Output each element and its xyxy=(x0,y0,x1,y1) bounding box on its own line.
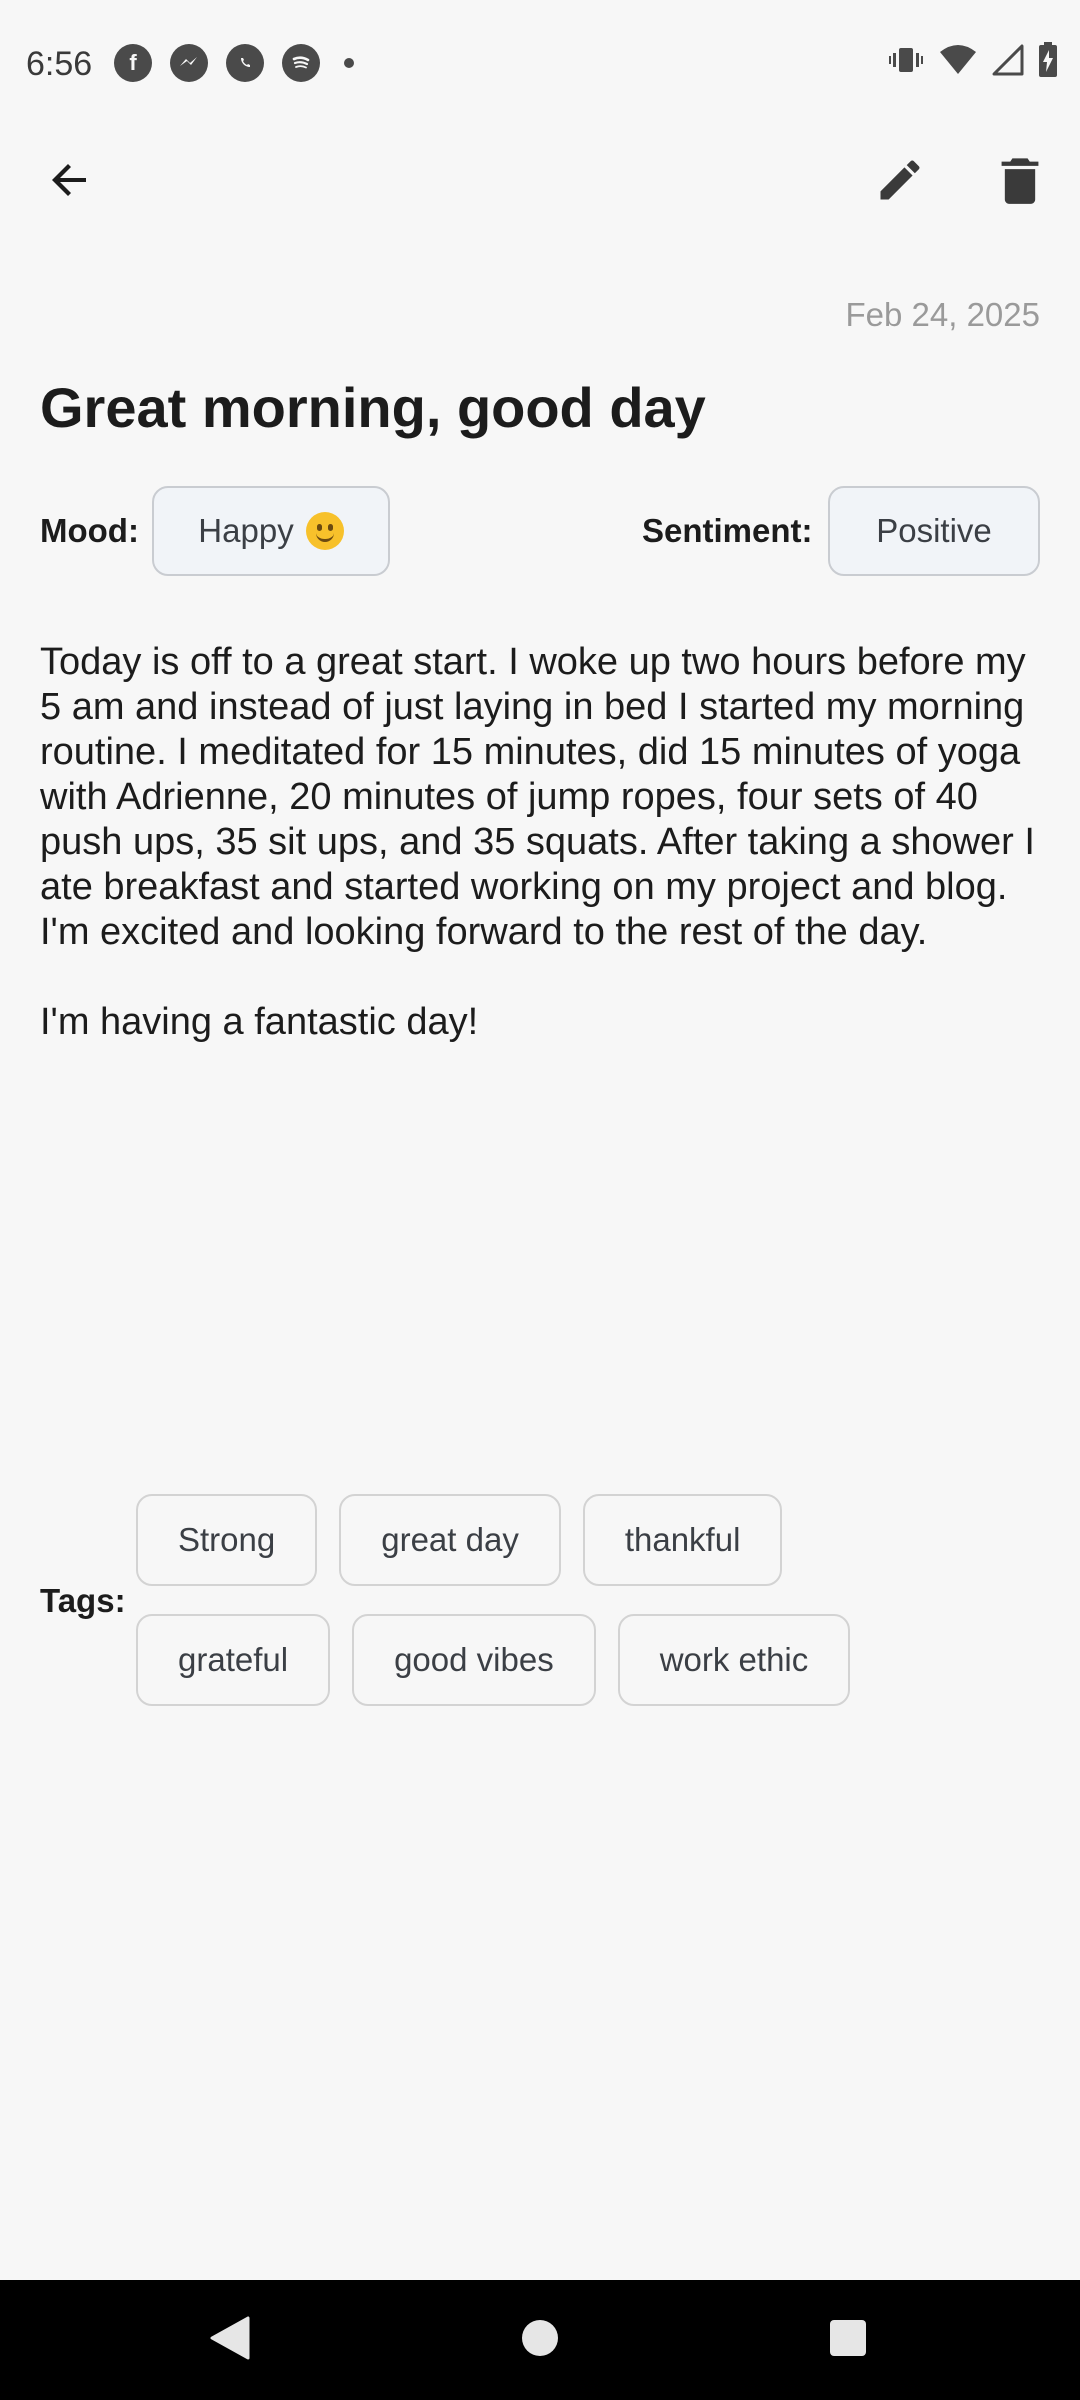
vibrate-icon xyxy=(888,45,924,80)
battery-charging-icon xyxy=(1038,42,1058,83)
pencil-icon xyxy=(874,154,926,211)
nav-back-button[interactable] xyxy=(200,2310,260,2370)
trash-icon xyxy=(996,154,1044,211)
messenger-icon xyxy=(170,44,208,82)
tag-chip[interactable]: Strong xyxy=(136,1494,318,1586)
entry-title: Great morning, good day xyxy=(40,376,706,439)
status-time: 6:56 xyxy=(26,45,93,83)
tag-chip[interactable]: good vibes xyxy=(352,1614,596,1706)
entry-paragraph: I'm having a fantastic day! xyxy=(40,1001,479,1043)
tags-label: Tags: xyxy=(40,1582,126,1619)
system-navigation-bar xyxy=(0,2280,1080,2400)
tag-chip[interactable]: thankful xyxy=(582,1494,783,1586)
delete-button[interactable] xyxy=(978,140,1062,224)
whatsapp-icon xyxy=(226,44,264,82)
nav-home-button[interactable] xyxy=(510,2310,570,2370)
notification-icons: f xyxy=(114,44,354,82)
edit-button[interactable] xyxy=(858,140,942,224)
arrow-back-icon xyxy=(46,156,94,209)
tags-list: Strong great day thankful grateful good … xyxy=(136,1494,1036,1734)
nav-recents-button[interactable] xyxy=(818,2310,878,2370)
top-app-bar xyxy=(0,128,1080,236)
entry-date: Feb 24, 2025 xyxy=(845,296,1041,333)
back-button[interactable] xyxy=(28,140,112,224)
entry-body: Today is off to a great start. I woke up… xyxy=(40,640,1040,1090)
system-status-icons xyxy=(888,42,1058,83)
facebook-icon: f xyxy=(114,44,152,82)
spotify-icon xyxy=(282,44,320,82)
tag-chip[interactable]: great day xyxy=(339,1494,561,1586)
square-recents-icon xyxy=(828,2318,868,2363)
tag-chip[interactable]: grateful xyxy=(136,1614,331,1706)
tag-row: Strong great day thankful xyxy=(136,1494,1036,1586)
smiling-face-emoji-icon xyxy=(305,512,344,550)
circle-home-icon xyxy=(520,2318,560,2363)
mood-value: Happy xyxy=(198,512,294,549)
mood-label: Mood: xyxy=(40,512,139,549)
triangle-back-icon xyxy=(208,2314,252,2367)
sentiment-value: Positive xyxy=(876,512,992,549)
sentiment-chip: Positive xyxy=(828,486,1040,576)
tag-chip[interactable]: work ethic xyxy=(617,1614,851,1706)
mood-chip: Happy xyxy=(152,486,390,576)
journal-entry-screen: 6:56 f Feb 24, 2025 Great morning, good … xyxy=(0,0,1080,2400)
cell-signal-icon xyxy=(992,44,1024,81)
entry-paragraph: Today is off to a great start. I woke up… xyxy=(40,641,1035,953)
sentiment-label: Sentiment: xyxy=(642,512,813,549)
tag-row: grateful good vibes work ethic xyxy=(136,1614,1036,1706)
more-notifications-dot xyxy=(344,58,354,68)
wifi-icon xyxy=(938,44,978,81)
status-bar: 6:56 f xyxy=(0,0,1080,128)
